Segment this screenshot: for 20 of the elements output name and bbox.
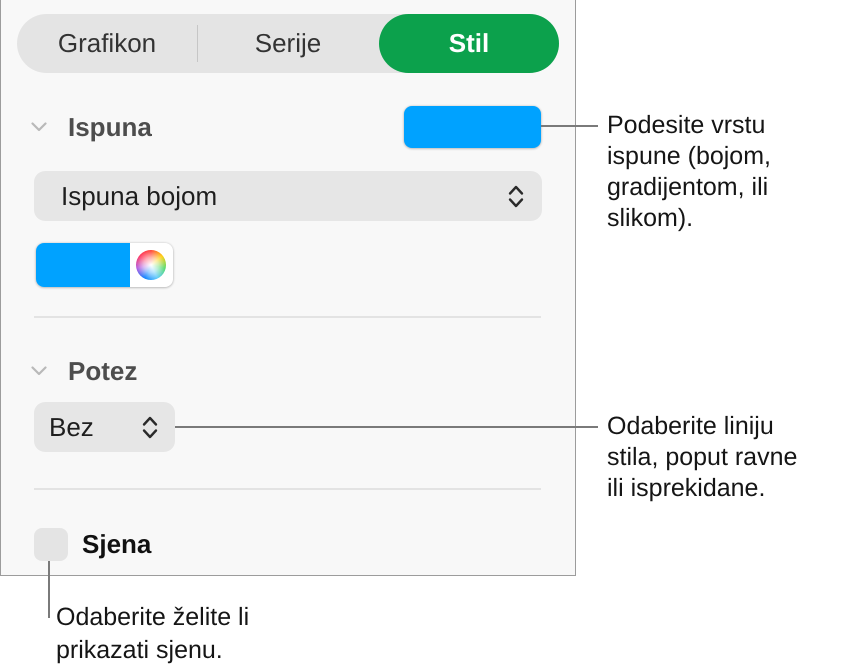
- section-title: Ispuna: [68, 112, 152, 142]
- chevron-icon[interactable]: [31, 122, 47, 132]
- leader-line: [48, 561, 50, 618]
- fill-type-dropdown[interactable]: Ispuna bojom: [34, 171, 542, 221]
- callout-text: Odaberite želite li prikazati sjenu.: [56, 602, 250, 666]
- tab[interactable]: Grafikon: [17, 14, 197, 73]
- up-down-chevron-icon: [142, 416, 158, 438]
- callout-text: Odaberite liniju stila, poput ravne ili isprekidane.: [607, 411, 798, 504]
- fill-swatch-button[interactable]: [404, 106, 541, 148]
- checkbox[interactable]: [34, 528, 68, 561]
- stroke-style-dropdown[interactable]: Bez: [34, 402, 175, 452]
- section-title: Potez: [68, 356, 138, 386]
- callout-text: Podesite vrstu ispune (bojom, gradijentom, ili slikom).: [607, 110, 772, 234]
- leader-line: [541, 125, 598, 127]
- up-down-chevron-icon: [508, 184, 524, 208]
- checkbox-label: Sjena: [82, 529, 152, 560]
- tab[interactable]: Serije: [198, 14, 378, 73]
- color-well[interactable]: [36, 243, 173, 287]
- color-wheel-icon[interactable]: [136, 250, 166, 280]
- chevron-icon[interactable]: [31, 366, 47, 376]
